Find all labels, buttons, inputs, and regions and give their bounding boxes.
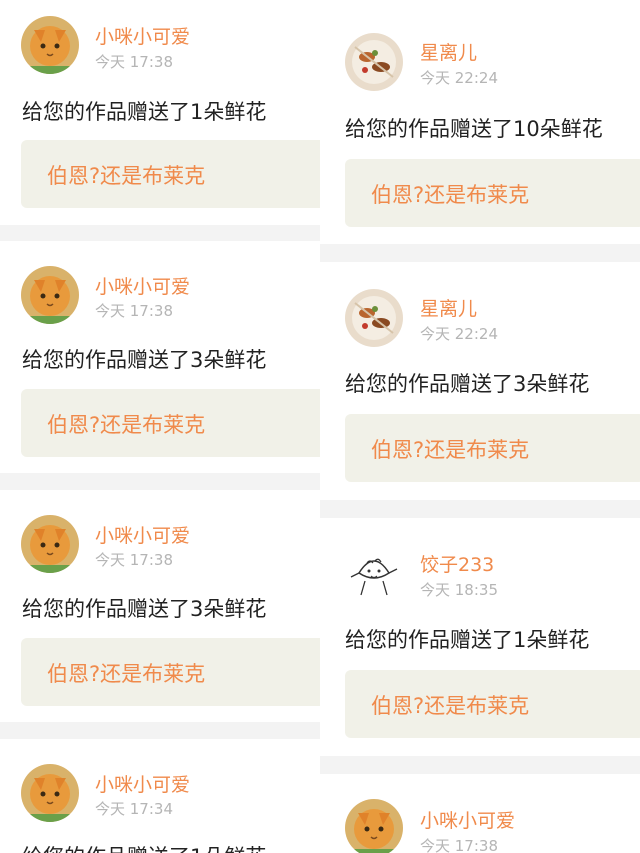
- username[interactable]: 饺子233: [420, 550, 494, 577]
- username[interactable]: 小咪小可爱: [420, 806, 515, 833]
- gift-notification-card[interactable]: 饺子233 今天 18:35 给您的作品赠送了1朵鲜花 伯恩?还是布莱克: [320, 518, 640, 756]
- username[interactable]: 小咪小可爱: [95, 22, 190, 49]
- left-screenshot-column: 小咪小可爱 今天 17:38 给您的作品赠送了1朵鲜花 伯恩?还是布莱克 小咪小…: [0, 0, 320, 853]
- gift-message: 给您的作品赠送了1朵鲜花: [345, 628, 590, 652]
- work-link[interactable]: 伯恩?还是布莱克: [345, 414, 640, 482]
- food-plate-avatar[interactable]: [345, 33, 403, 91]
- gift-message: 给您的作品赠送了1朵鲜花: [22, 841, 266, 853]
- username[interactable]: 星离儿: [420, 294, 477, 321]
- right-screenshot-column: 星离儿 今天 22:24 给您的作品赠送了10朵鲜花 伯恩?还是布莱克 星离儿 …: [320, 0, 640, 853]
- work-title: 伯恩?还是布莱克: [371, 183, 530, 207]
- gift-message: 给您的作品赠送了3朵鲜花: [22, 348, 267, 372]
- username[interactable]: 小咪小可爱: [95, 770, 190, 797]
- orange-cat-avatar[interactable]: [21, 266, 79, 324]
- timestamp: 今天 17:38: [95, 302, 173, 320]
- work-title: 伯恩?还是布莱克: [371, 694, 530, 718]
- timestamp: 今天 17:38: [95, 53, 173, 71]
- timestamp: 今天 17:34: [95, 800, 173, 818]
- work-title: 伯恩?还是布莱克: [371, 438, 530, 462]
- gift-message: 给您的作品赠送了10朵鲜花: [345, 117, 603, 141]
- gift-message: 给您的作品赠送了3朵鲜花: [345, 372, 590, 396]
- timestamp: 今天 18:35: [420, 581, 498, 599]
- timestamp: 今天 22:24: [420, 69, 498, 87]
- gift-notification-card[interactable]: 星离儿 今天 22:24 给您的作品赠送了3朵鲜花 伯恩?还是布莱克: [320, 262, 640, 500]
- work-link[interactable]: 伯恩?还是布莱克: [345, 159, 640, 227]
- username[interactable]: 星离儿: [420, 38, 477, 65]
- work-title: 伯恩?还是布莱克: [47, 662, 206, 686]
- gift-notification-card[interactable]: 小咪小可爱 今天 17:38 给您的作品赠送了3朵鲜花 伯恩?还是布莱克: [0, 490, 320, 722]
- timestamp: 今天 17:38: [420, 837, 498, 853]
- timestamp: 今天 17:38: [95, 551, 173, 569]
- gift-message: 给您的作品赠送了3朵鲜花: [22, 597, 267, 621]
- gift-notification-card[interactable]: 小咪小可爱 今天 17:38 给您的作品赠送了3朵鲜花 伯恩?还是布莱克: [0, 241, 320, 473]
- work-link[interactable]: 伯恩?还是布莱克: [21, 638, 320, 706]
- food-plate-avatar[interactable]: [345, 289, 403, 347]
- gift-notification-card[interactable]: 小咪小可爱 今天 17:38: [320, 774, 640, 853]
- orange-cat-avatar[interactable]: [21, 764, 79, 822]
- orange-cat-avatar[interactable]: [21, 16, 79, 74]
- work-link[interactable]: 伯恩?还是布莱克: [21, 389, 320, 457]
- gift-message: 给您的作品赠送了1朵鲜花: [22, 100, 267, 124]
- gift-notification-card[interactable]: 小咪小可爱 今天 17:38 给您的作品赠送了1朵鲜花 伯恩?还是布莱克: [0, 0, 320, 225]
- orange-cat-avatar[interactable]: [21, 515, 79, 573]
- dumpling-doodle-avatar[interactable]: [345, 543, 403, 601]
- username[interactable]: 小咪小可爱: [95, 521, 190, 548]
- work-title: 伯恩?还是布莱克: [47, 164, 206, 188]
- gift-notification-card[interactable]: 星离儿 今天 22:24 给您的作品赠送了10朵鲜花 伯恩?还是布莱克: [320, 0, 640, 244]
- username[interactable]: 小咪小可爱: [95, 272, 190, 299]
- gift-notification-card[interactable]: 小咪小可爱 今天 17:34 给您的作品赠送了1朵鲜花: [0, 739, 320, 853]
- work-link[interactable]: 伯恩?还是布莱克: [21, 140, 320, 208]
- timestamp: 今天 22:24: [420, 325, 498, 343]
- orange-cat-avatar[interactable]: [345, 799, 403, 853]
- work-title: 伯恩?还是布莱克: [47, 413, 206, 437]
- work-link[interactable]: 伯恩?还是布莱克: [345, 670, 640, 738]
